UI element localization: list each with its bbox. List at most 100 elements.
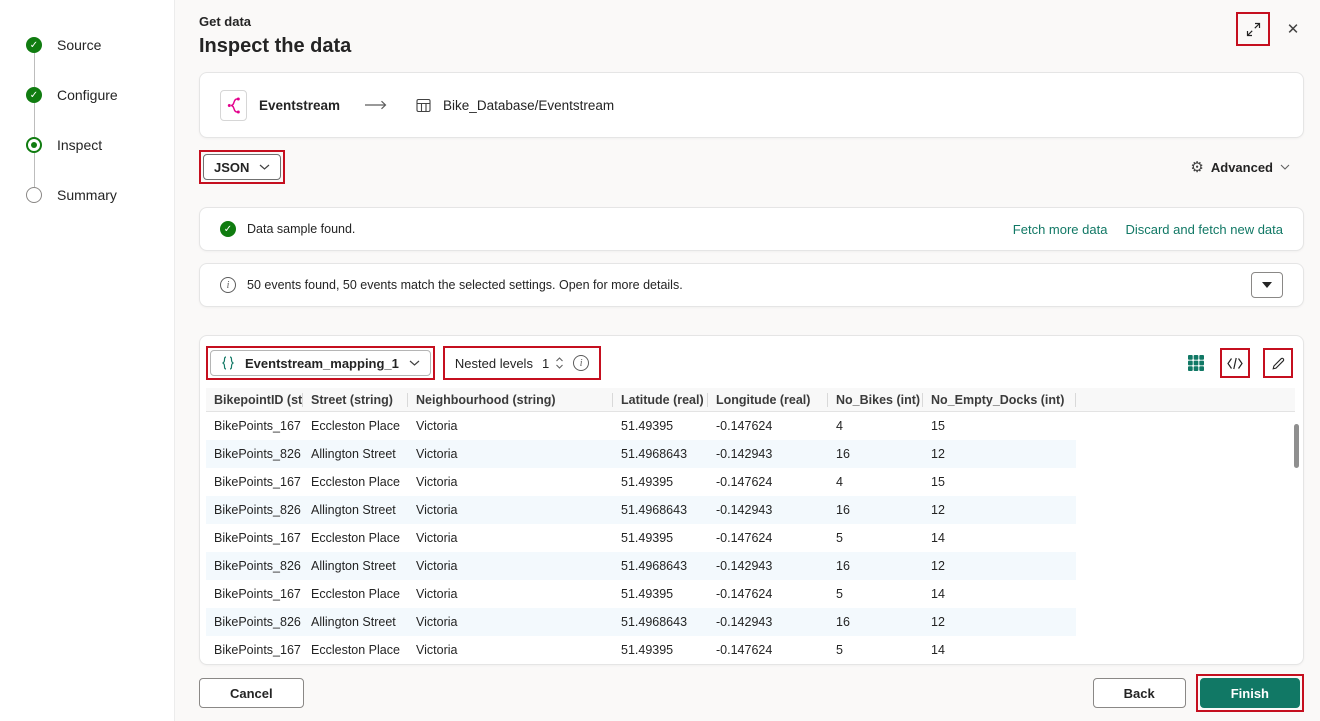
stepper-item-label: Configure xyxy=(57,87,118,103)
nested-levels-info-icon[interactable]: i xyxy=(573,355,590,371)
mapping-dropdown[interactable]: Eventstream_mapping_1 xyxy=(210,350,431,376)
step-circle-icon xyxy=(26,187,42,203)
caret-down-icon xyxy=(1262,282,1272,288)
table-cell: BikePoints_167 xyxy=(214,475,301,489)
expand-diagonal-icon xyxy=(1246,22,1261,37)
column-header[interactable]: Street (string) xyxy=(303,388,408,412)
table-row[interactable]: BikePoints_826 Allington Street Victoria 51… xyxy=(206,496,1076,524)
table-row[interactable]: BikePoints_167 Eccleston Place Victoria 51.… xyxy=(206,412,1076,440)
table-cell: 14 xyxy=(931,587,945,601)
advanced-label: Advanced xyxy=(1210,159,1273,175)
column-header[interactable]: Neighbourhood (string) xyxy=(408,388,613,412)
table-cell: 51.49395 xyxy=(621,475,674,489)
stepper-item-summary[interactable]: Summary xyxy=(26,170,174,220)
stepper-item-source[interactable]: ✓ Source xyxy=(26,20,174,87)
table-cell: BikePoints_167 xyxy=(214,419,301,433)
column-header[interactable]: No_Bikes (int) xyxy=(828,388,923,412)
table-cell: -0.142943 xyxy=(716,503,773,517)
table-row[interactable]: BikePoints_167 Eccleston Place Victoria 51.… xyxy=(206,636,1076,664)
banner-links: Fetch more data Discard and fetch new da… xyxy=(1013,222,1283,237)
table-cell: 51.4968643 xyxy=(621,447,688,461)
grid-icon xyxy=(1188,355,1204,371)
footer-right-buttons: Back Finish xyxy=(1092,674,1304,712)
table-row[interactable]: BikePoints_167 Eccleston Place Victoria 51.… xyxy=(206,524,1076,552)
annotation-box-expand xyxy=(1236,12,1270,46)
banner-expand-button[interactable] xyxy=(1251,272,1283,298)
table-row[interactable]: BikePoints_167 Eccleston Place Victoria 51.… xyxy=(206,580,1076,608)
table-cell: BikePoints_167 xyxy=(214,643,301,657)
discard-and-fetch-new-data-link[interactable]: Discard and fetch new data xyxy=(1125,222,1283,237)
arrow-right-icon xyxy=(364,100,388,110)
events-found-banner: i 50 events found, 50 events match the s… xyxy=(199,263,1304,307)
nested-levels-stepper[interactable]: 1 xyxy=(542,356,564,371)
dialog-actions: ✕ xyxy=(1236,12,1306,46)
annotation-box-finish: Finish xyxy=(1195,674,1304,712)
stepper-item-label: Source xyxy=(57,37,102,53)
nested-levels-label: Nested levels xyxy=(454,355,533,371)
close-button[interactable]: ✕ xyxy=(1280,16,1306,42)
table-cell: 51.49395 xyxy=(621,643,674,657)
stepper-item-inspect[interactable]: Inspect xyxy=(26,120,174,187)
format-dropdown[interactable]: JSON xyxy=(203,154,282,180)
table-row[interactable]: BikePoints_826 Allington Street Victoria 51… xyxy=(206,608,1076,636)
table-cell: -0.142943 xyxy=(716,615,773,629)
table-cell: -0.147624 xyxy=(716,419,773,433)
back-button[interactable]: Back xyxy=(1092,678,1186,708)
table-cell: -0.147624 xyxy=(716,475,773,489)
table-cell: 14 xyxy=(931,531,945,545)
table-row[interactable]: BikePoints_167 Eccleston Place Victoria 51.… xyxy=(206,468,1076,496)
source-destination-card: Eventstream Bike_Database/Eventstream xyxy=(199,72,1304,138)
column-header[interactable]: BikepointID (string) xyxy=(206,388,303,412)
table-cell: Victoria xyxy=(416,587,458,601)
chevron-down-icon xyxy=(259,164,270,170)
format-dropdown-value: JSON xyxy=(214,159,250,175)
table-cell: BikePoints_167 xyxy=(214,587,301,601)
column-header[interactable]: No_Empty_Docks (int) xyxy=(923,388,1076,412)
table-cell: 16 xyxy=(836,615,850,629)
table-cell: BikePoints_826 xyxy=(214,503,301,517)
vertical-scrollbar[interactable] xyxy=(1293,394,1301,658)
data-sample-message: Data sample found. xyxy=(247,222,356,236)
table-cell: Victoria xyxy=(416,419,458,433)
table-cell: 14 xyxy=(931,643,945,657)
table-row[interactable]: BikePoints_826 Allington Street Victoria 51… xyxy=(206,552,1076,580)
stepper-item-label: Summary xyxy=(57,187,117,203)
schema-mapping-icon xyxy=(221,356,235,370)
table-cell: BikePoints_826 xyxy=(214,447,301,461)
table-row[interactable]: BikePoints_826 Allington Street Victoria 51… xyxy=(206,440,1076,468)
annotation-box-nested-levels: Nested levels 1 i xyxy=(442,346,602,380)
table-icon xyxy=(416,98,431,113)
scrollbar-thumb[interactable] xyxy=(1294,424,1299,468)
table-cell: 5 xyxy=(836,643,843,657)
table-cell: 51.4968643 xyxy=(621,503,688,517)
table-view-button[interactable] xyxy=(1185,352,1207,374)
table-cell: Victoria xyxy=(416,503,458,517)
finish-button[interactable]: Finish xyxy=(1199,678,1300,708)
code-icon xyxy=(1227,357,1243,370)
edit-columns-button[interactable] xyxy=(1267,352,1289,374)
nested-levels-value: 1 xyxy=(541,355,550,371)
code-view-button[interactable] xyxy=(1224,352,1246,374)
cancel-button[interactable]: Cancel xyxy=(199,678,304,708)
fetch-more-data-link[interactable]: Fetch more data xyxy=(1013,222,1108,237)
advanced-toggle[interactable]: ⚙ Advanced xyxy=(1190,158,1290,176)
table-cell: Allington Street xyxy=(311,615,396,629)
destination-label: Bike_Database/Eventstream xyxy=(443,97,615,113)
expand-dialog-button[interactable] xyxy=(1240,16,1266,42)
events-found-message: 50 events found, 50 events match the sel… xyxy=(247,278,683,292)
table-cell: 16 xyxy=(836,503,850,517)
table-cell: 16 xyxy=(836,447,850,461)
table-cell: 12 xyxy=(931,615,945,629)
stepper-item-configure[interactable]: ✓ Configure xyxy=(26,70,174,137)
stepper: ✓ Source ✓ Configure Inspect Summary xyxy=(26,20,174,220)
data-preview-card: Eventstream_mapping_1 Nested levels 1 i … xyxy=(199,335,1304,665)
column-header[interactable]: Latitude (real) xyxy=(613,388,708,412)
table-cell: 51.49395 xyxy=(621,587,674,601)
column-header[interactable]: Longitude (real) xyxy=(708,388,828,412)
info-circle-icon: i xyxy=(220,277,236,293)
preview-toolbar: Eventstream_mapping_1 Nested levels 1 i xyxy=(206,346,1295,388)
table-cell: Victoria xyxy=(416,447,458,461)
stepper-up-down-icon xyxy=(555,356,564,370)
check-circle-icon: ✓ xyxy=(26,37,42,53)
table-cell: 12 xyxy=(931,559,945,573)
